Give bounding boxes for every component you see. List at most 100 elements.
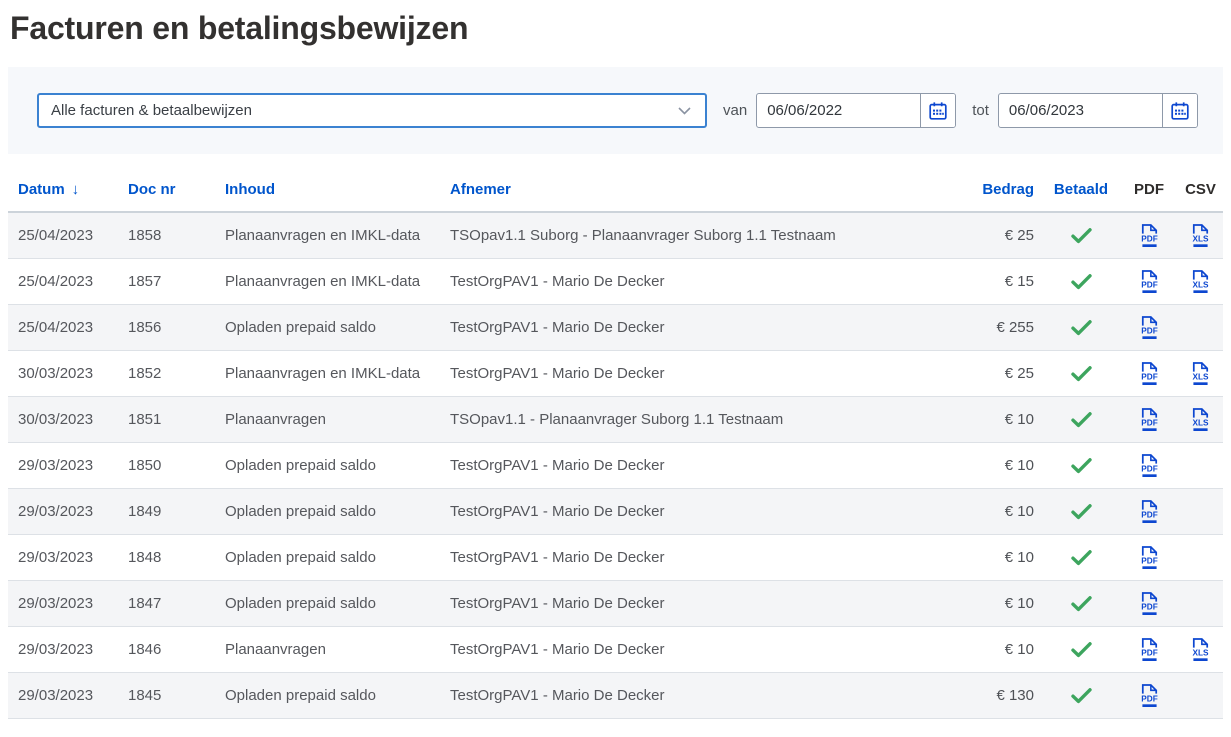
invoice-row: 25/04/2023 1857 Planaanvragen en IMKL-da… bbox=[8, 258, 1223, 304]
date-to-calendar-button[interactable] bbox=[1162, 94, 1197, 127]
pdf-download-link[interactable]: PDF bbox=[1138, 637, 1161, 662]
pdf-download-link[interactable]: PDF bbox=[1138, 269, 1161, 294]
invoice-type-select[interactable]: Alle facturen & betaalbewijzen bbox=[37, 93, 707, 128]
svg-text:PDF: PDF bbox=[1141, 372, 1157, 381]
cell-inhoud: Planaanvragen bbox=[225, 396, 450, 442]
cell-csv bbox=[1178, 442, 1223, 488]
column-header-pdf: PDF bbox=[1120, 154, 1178, 212]
cell-inhoud: Opladen prepaid saldo bbox=[225, 580, 450, 626]
cell-csv bbox=[1178, 580, 1223, 626]
svg-text:PDF: PDF bbox=[1141, 648, 1157, 657]
invoice-row: 29/03/2023 1849 Opladen prepaid saldo Te… bbox=[8, 488, 1223, 534]
cell-pdf: PDF bbox=[1120, 258, 1178, 304]
date-from-input[interactable] bbox=[757, 94, 920, 127]
column-header-datum[interactable]: Datum↓ bbox=[18, 181, 79, 198]
cell-doc-nr: 1846 bbox=[128, 626, 225, 672]
column-header-csv: CSV bbox=[1178, 154, 1223, 212]
chevron-down-icon bbox=[678, 107, 691, 115]
column-header-inhoud[interactable]: Inhoud bbox=[225, 181, 275, 198]
cell-inhoud: Opladen prepaid saldo bbox=[225, 534, 450, 580]
cell-csv bbox=[1178, 488, 1223, 534]
cell-doc-nr: 1850 bbox=[128, 442, 225, 488]
pdf-download-link[interactable]: PDF bbox=[1138, 453, 1161, 478]
pdf-download-link[interactable]: PDF bbox=[1138, 361, 1161, 386]
cell-inhoud: Planaanvragen en IMKL-data bbox=[225, 258, 450, 304]
pdf-download-link[interactable]: PDF bbox=[1138, 683, 1161, 708]
sort-desc-icon: ↓ bbox=[72, 181, 80, 198]
xls-download-link[interactable]: XLS bbox=[1189, 361, 1212, 386]
pdf-download-link[interactable]: PDF bbox=[1138, 315, 1161, 340]
pdf-download-link[interactable]: PDF bbox=[1138, 591, 1161, 616]
pdf-download-link[interactable]: PDF bbox=[1138, 499, 1161, 524]
calendar-icon bbox=[928, 101, 948, 121]
date-to-input[interactable] bbox=[999, 94, 1162, 127]
cell-datum: 29/03/2023 bbox=[8, 672, 128, 718]
cell-datum: 29/03/2023 bbox=[8, 626, 128, 672]
svg-text:PDF: PDF bbox=[1141, 510, 1157, 519]
pdf-download-link[interactable]: PDF bbox=[1138, 407, 1161, 432]
cell-pdf: PDF bbox=[1120, 396, 1178, 442]
cell-pdf: PDF bbox=[1120, 212, 1178, 258]
table-header-row: Datum↓ Doc nr Inhoud Afnemer Bedrag Beta… bbox=[8, 154, 1223, 212]
invoice-row: 30/03/2023 1852 Planaanvragen en IMKL-da… bbox=[8, 350, 1223, 396]
cell-afnemer: TestOrgPAV1 - Mario De Decker bbox=[450, 258, 978, 304]
cell-afnemer: TestOrgPAV1 - Mario De Decker bbox=[450, 672, 978, 718]
paid-check-icon bbox=[1071, 596, 1092, 612]
cell-betaald bbox=[1042, 304, 1120, 350]
invoice-row: 29/03/2023 1845 Opladen prepaid saldo Te… bbox=[8, 672, 1223, 718]
cell-csv: XLS bbox=[1178, 350, 1223, 396]
invoices-table: Datum↓ Doc nr Inhoud Afnemer Bedrag Beta… bbox=[8, 154, 1223, 719]
paid-check-icon bbox=[1071, 366, 1092, 382]
cell-betaald bbox=[1042, 580, 1120, 626]
paid-check-icon bbox=[1071, 412, 1092, 428]
cell-bedrag: € 10 bbox=[978, 626, 1042, 672]
column-header-docnr[interactable]: Doc nr bbox=[128, 181, 176, 198]
pdf-download-link[interactable]: PDF bbox=[1138, 545, 1161, 570]
cell-doc-nr: 1856 bbox=[128, 304, 225, 350]
page-title: Facturen en betalingsbewijzen bbox=[10, 10, 1223, 47]
cell-pdf: PDF bbox=[1120, 534, 1178, 580]
cell-inhoud: Opladen prepaid saldo bbox=[225, 488, 450, 534]
paid-check-icon bbox=[1071, 458, 1092, 474]
svg-text:PDF: PDF bbox=[1141, 556, 1157, 565]
xls-download-link[interactable]: XLS bbox=[1189, 407, 1212, 432]
cell-datum: 29/03/2023 bbox=[8, 580, 128, 626]
date-from-calendar-button[interactable] bbox=[920, 94, 955, 127]
invoice-table-body: 25/04/2023 1858 Planaanvragen en IMKL-da… bbox=[8, 212, 1223, 718]
cell-afnemer: TestOrgPAV1 - Mario De Decker bbox=[450, 580, 978, 626]
cell-betaald bbox=[1042, 258, 1120, 304]
column-header-betaald[interactable]: Betaald bbox=[1054, 181, 1108, 198]
cell-afnemer: TestOrgPAV1 - Mario De Decker bbox=[450, 304, 978, 350]
cell-bedrag: € 10 bbox=[978, 442, 1042, 488]
svg-text:XLS: XLS bbox=[1192, 280, 1209, 289]
cell-bedrag: € 10 bbox=[978, 488, 1042, 534]
svg-text:PDF: PDF bbox=[1141, 694, 1157, 703]
pdf-download-link[interactable]: PDF bbox=[1138, 223, 1161, 248]
cell-bedrag: € 15 bbox=[978, 258, 1042, 304]
invoice-row: 29/03/2023 1850 Opladen prepaid saldo Te… bbox=[8, 442, 1223, 488]
cell-datum: 30/03/2023 bbox=[8, 350, 128, 396]
filter-panel: Alle facturen & betaalbewijzen van bbox=[8, 67, 1223, 154]
paid-check-icon bbox=[1071, 504, 1092, 520]
cell-datum: 25/04/2023 bbox=[8, 212, 128, 258]
cell-inhoud: Planaanvragen en IMKL-data bbox=[225, 350, 450, 396]
cell-inhoud: Planaanvragen en IMKL-data bbox=[225, 212, 450, 258]
svg-text:PDF: PDF bbox=[1141, 464, 1157, 473]
invoice-row: 29/03/2023 1846 Planaanvragen TestOrgPAV… bbox=[8, 626, 1223, 672]
cell-betaald bbox=[1042, 396, 1120, 442]
date-to-group bbox=[998, 93, 1198, 128]
cell-pdf: PDF bbox=[1120, 350, 1178, 396]
column-header-bedrag[interactable]: Bedrag bbox=[982, 181, 1034, 198]
date-from-label: van bbox=[723, 102, 747, 119]
xls-download-link[interactable]: XLS bbox=[1189, 223, 1212, 248]
column-header-afnemer[interactable]: Afnemer bbox=[450, 181, 511, 198]
cell-pdf: PDF bbox=[1120, 304, 1178, 350]
xls-download-link[interactable]: XLS bbox=[1189, 637, 1212, 662]
invoice-type-selected-value: Alle facturen & betaalbewijzen bbox=[51, 102, 252, 119]
cell-datum: 30/03/2023 bbox=[8, 396, 128, 442]
svg-text:PDF: PDF bbox=[1141, 280, 1157, 289]
cell-bedrag: € 10 bbox=[978, 580, 1042, 626]
calendar-icon bbox=[1170, 101, 1190, 121]
date-from-group bbox=[756, 93, 956, 128]
xls-download-link[interactable]: XLS bbox=[1189, 269, 1212, 294]
